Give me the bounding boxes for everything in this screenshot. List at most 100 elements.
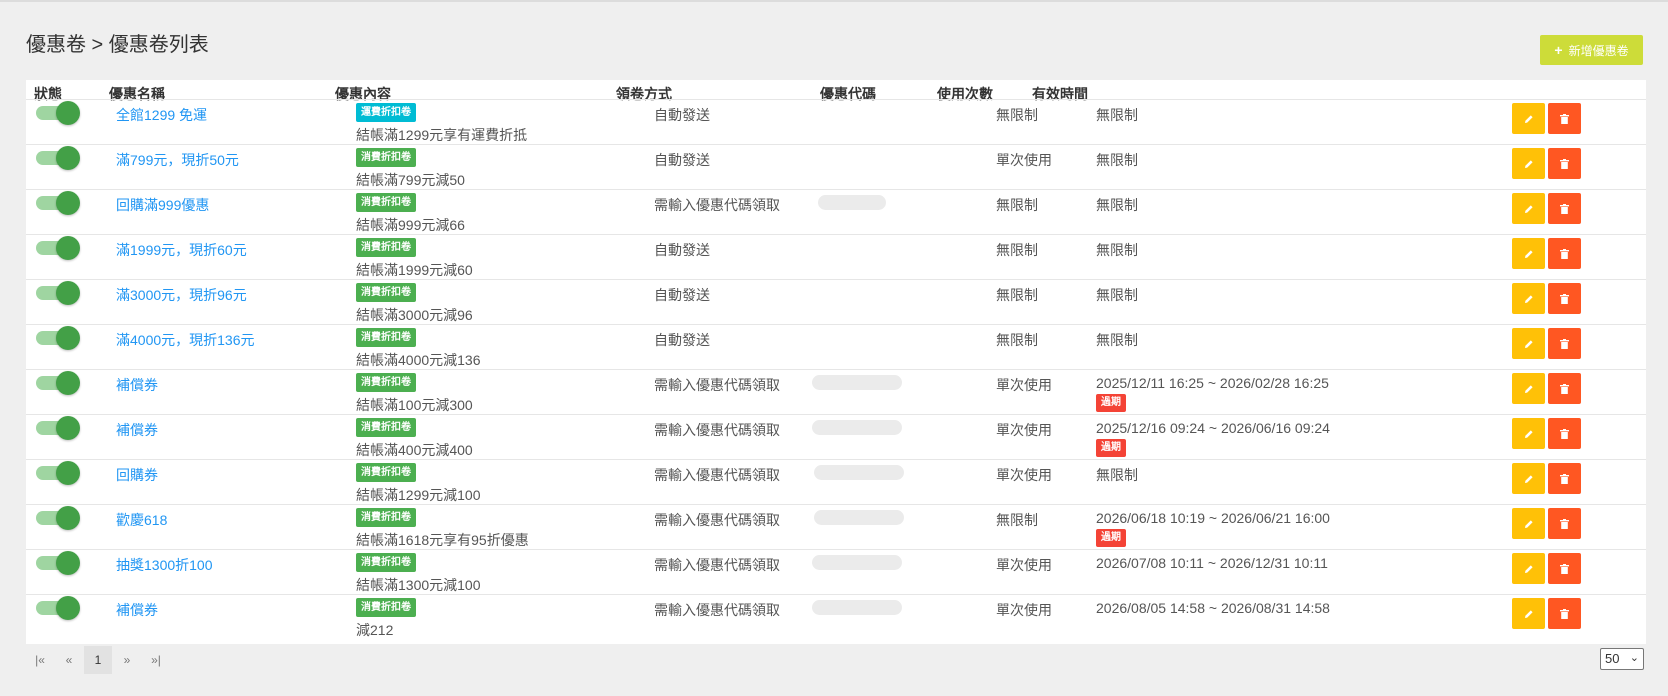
usage-limit: 單次使用 <box>996 557 1052 573</box>
coupon-name-link[interactable]: 補償券 <box>116 420 158 440</box>
table-row: 滿3000元，現折96元 消費折扣卷 結帳滿3000元減96 自動發送 無限制 無限制 <box>26 279 1646 325</box>
usage-limit: 單次使用 <box>996 467 1052 483</box>
validity-period: 無限制 <box>1096 467 1138 483</box>
table-row: 回購滿999優惠 消費折扣卷 結帳滿999元減66 需輸入優惠代碼領取 無限制 無限制 <box>26 189 1646 235</box>
edit-button[interactable] <box>1512 598 1545 629</box>
pencil-icon <box>1524 204 1533 213</box>
trash-icon <box>1560 248 1569 259</box>
page-current-button[interactable]: 1 <box>84 646 112 674</box>
edit-button[interactable] <box>1512 238 1545 269</box>
top-border <box>0 0 1668 2</box>
pencil-icon <box>1524 249 1533 258</box>
delete-button[interactable] <box>1548 418 1581 449</box>
status-toggle[interactable] <box>36 191 80 215</box>
page-prev-button[interactable]: « <box>55 646 83 674</box>
edit-button[interactable] <box>1512 508 1545 539</box>
table-row: 補償券 消費折扣卷 減212 需輸入優惠代碼領取 單次使用 2026/08/05 14:5… <box>26 594 1646 640</box>
coupon-name-link[interactable]: 滿1999元，現折60元 <box>116 240 247 260</box>
usage-limit: 無限制 <box>996 107 1038 123</box>
add-coupon-button[interactable]: + 新增優惠卷 <box>1540 35 1643 65</box>
trash-icon <box>1560 518 1569 529</box>
coupon-name-link[interactable]: 補償券 <box>116 600 158 620</box>
coupon-name-link[interactable]: 歡慶618 <box>116 510 167 530</box>
edit-button[interactable] <box>1512 418 1545 449</box>
edit-button[interactable] <box>1512 328 1545 359</box>
delete-button[interactable] <box>1548 508 1581 539</box>
delete-button[interactable] <box>1548 373 1581 404</box>
coupon-description: 結帳滿999元減66 <box>356 217 465 233</box>
coupon-description: 結帳滿100元減300 <box>356 397 473 413</box>
coupon-name-link[interactable]: 滿799元，現折50元 <box>116 150 239 170</box>
status-toggle[interactable] <box>36 371 80 395</box>
usage-limit: 單次使用 <box>996 152 1052 168</box>
status-toggle[interactable] <box>36 416 80 440</box>
status-toggle[interactable] <box>36 596 80 620</box>
per-page-select[interactable]: 50 ⌄ <box>1600 648 1644 670</box>
coupon-type-badge: 消費折扣卷 <box>356 373 416 392</box>
claim-method: 需輸入優惠代碼領取 <box>654 467 780 483</box>
table-row: 滿799元，現折50元 消費折扣卷 結帳滿799元減50 自動發送 單次使用 無限制 <box>26 144 1646 190</box>
page-next-button[interactable]: » <box>113 646 141 674</box>
usage-limit: 無限制 <box>996 197 1038 213</box>
coupon-type-badge: 消費折扣卷 <box>356 598 416 617</box>
status-toggle[interactable] <box>36 461 80 485</box>
per-page-value: 50 <box>1605 651 1620 666</box>
coupon-name-link[interactable]: 滿3000元，現折96元 <box>116 285 247 305</box>
status-toggle[interactable] <box>36 506 80 530</box>
pencil-icon <box>1524 519 1533 528</box>
toggle-knob <box>56 281 80 305</box>
validity-period: 2026/08/05 14:58 ~ 2026/08/31 14:58 <box>1096 600 1330 616</box>
coupon-code-redacted <box>812 420 902 435</box>
delete-button[interactable] <box>1548 103 1581 134</box>
edit-button[interactable] <box>1512 553 1545 584</box>
delete-button[interactable] <box>1548 598 1581 629</box>
validity-period: 無限制 <box>1096 107 1138 123</box>
toggle-knob <box>56 146 80 170</box>
delete-button[interactable] <box>1548 328 1581 359</box>
status-toggle[interactable] <box>36 551 80 575</box>
coupon-type-badge: 消費折扣卷 <box>356 238 416 257</box>
coupon-name-link[interactable]: 抽獎1300折100 <box>116 555 213 575</box>
edit-button[interactable] <box>1512 373 1545 404</box>
delete-button[interactable] <box>1548 283 1581 314</box>
edit-button[interactable] <box>1512 193 1545 224</box>
status-toggle[interactable] <box>36 236 80 260</box>
coupon-description: 結帳滿4000元減136 <box>356 352 481 368</box>
delete-button[interactable] <box>1548 463 1581 494</box>
delete-button[interactable] <box>1548 193 1581 224</box>
trash-icon <box>1560 608 1569 619</box>
coupon-name-link[interactable]: 回購券 <box>116 465 158 485</box>
delete-button[interactable] <box>1548 553 1581 584</box>
coupon-type-badge: 消費折扣卷 <box>356 553 416 572</box>
claim-method: 需輸入優惠代碼領取 <box>654 557 780 573</box>
status-toggle[interactable] <box>36 146 80 170</box>
edit-button[interactable] <box>1512 148 1545 179</box>
trash-icon <box>1560 293 1569 304</box>
delete-button[interactable] <box>1548 148 1581 179</box>
edit-button[interactable] <box>1512 103 1545 134</box>
page-first-button[interactable]: |« <box>26 646 54 674</box>
status-toggle[interactable] <box>36 281 80 305</box>
table-row: 滿1999元，現折60元 消費折扣卷 結帳滿1999元減60 自動發送 無限制 無限制 <box>26 234 1646 280</box>
toggle-knob <box>56 371 80 395</box>
status-toggle[interactable] <box>36 326 80 350</box>
edit-button[interactable] <box>1512 283 1545 314</box>
coupon-name-link[interactable]: 回購滿999優惠 <box>116 195 209 215</box>
trash-icon <box>1560 473 1569 484</box>
coupon-description: 結帳滿1299元減100 <box>356 487 481 503</box>
validity-period: 2025/12/16 09:24 ~ 2026/06/16 09:24 <box>1096 420 1330 436</box>
coupon-name-link[interactable]: 補償券 <box>116 375 158 395</box>
usage-limit: 單次使用 <box>996 422 1052 438</box>
page-last-button[interactable]: »| <box>142 646 170 674</box>
coupon-name-link[interactable]: 全館1299 免運 <box>116 105 207 125</box>
claim-method: 自動發送 <box>654 287 710 303</box>
coupon-name-link[interactable]: 滿4000元，現折136元 <box>116 330 255 350</box>
edit-button[interactable] <box>1512 463 1545 494</box>
toggle-knob <box>56 461 80 485</box>
toggle-knob <box>56 596 80 620</box>
delete-button[interactable] <box>1548 238 1581 269</box>
status-toggle[interactable] <box>36 101 80 125</box>
chevron-down-icon: ⌄ <box>1629 652 1639 664</box>
pencil-icon <box>1524 429 1533 438</box>
coupon-type-badge: 消費折扣卷 <box>356 148 416 167</box>
